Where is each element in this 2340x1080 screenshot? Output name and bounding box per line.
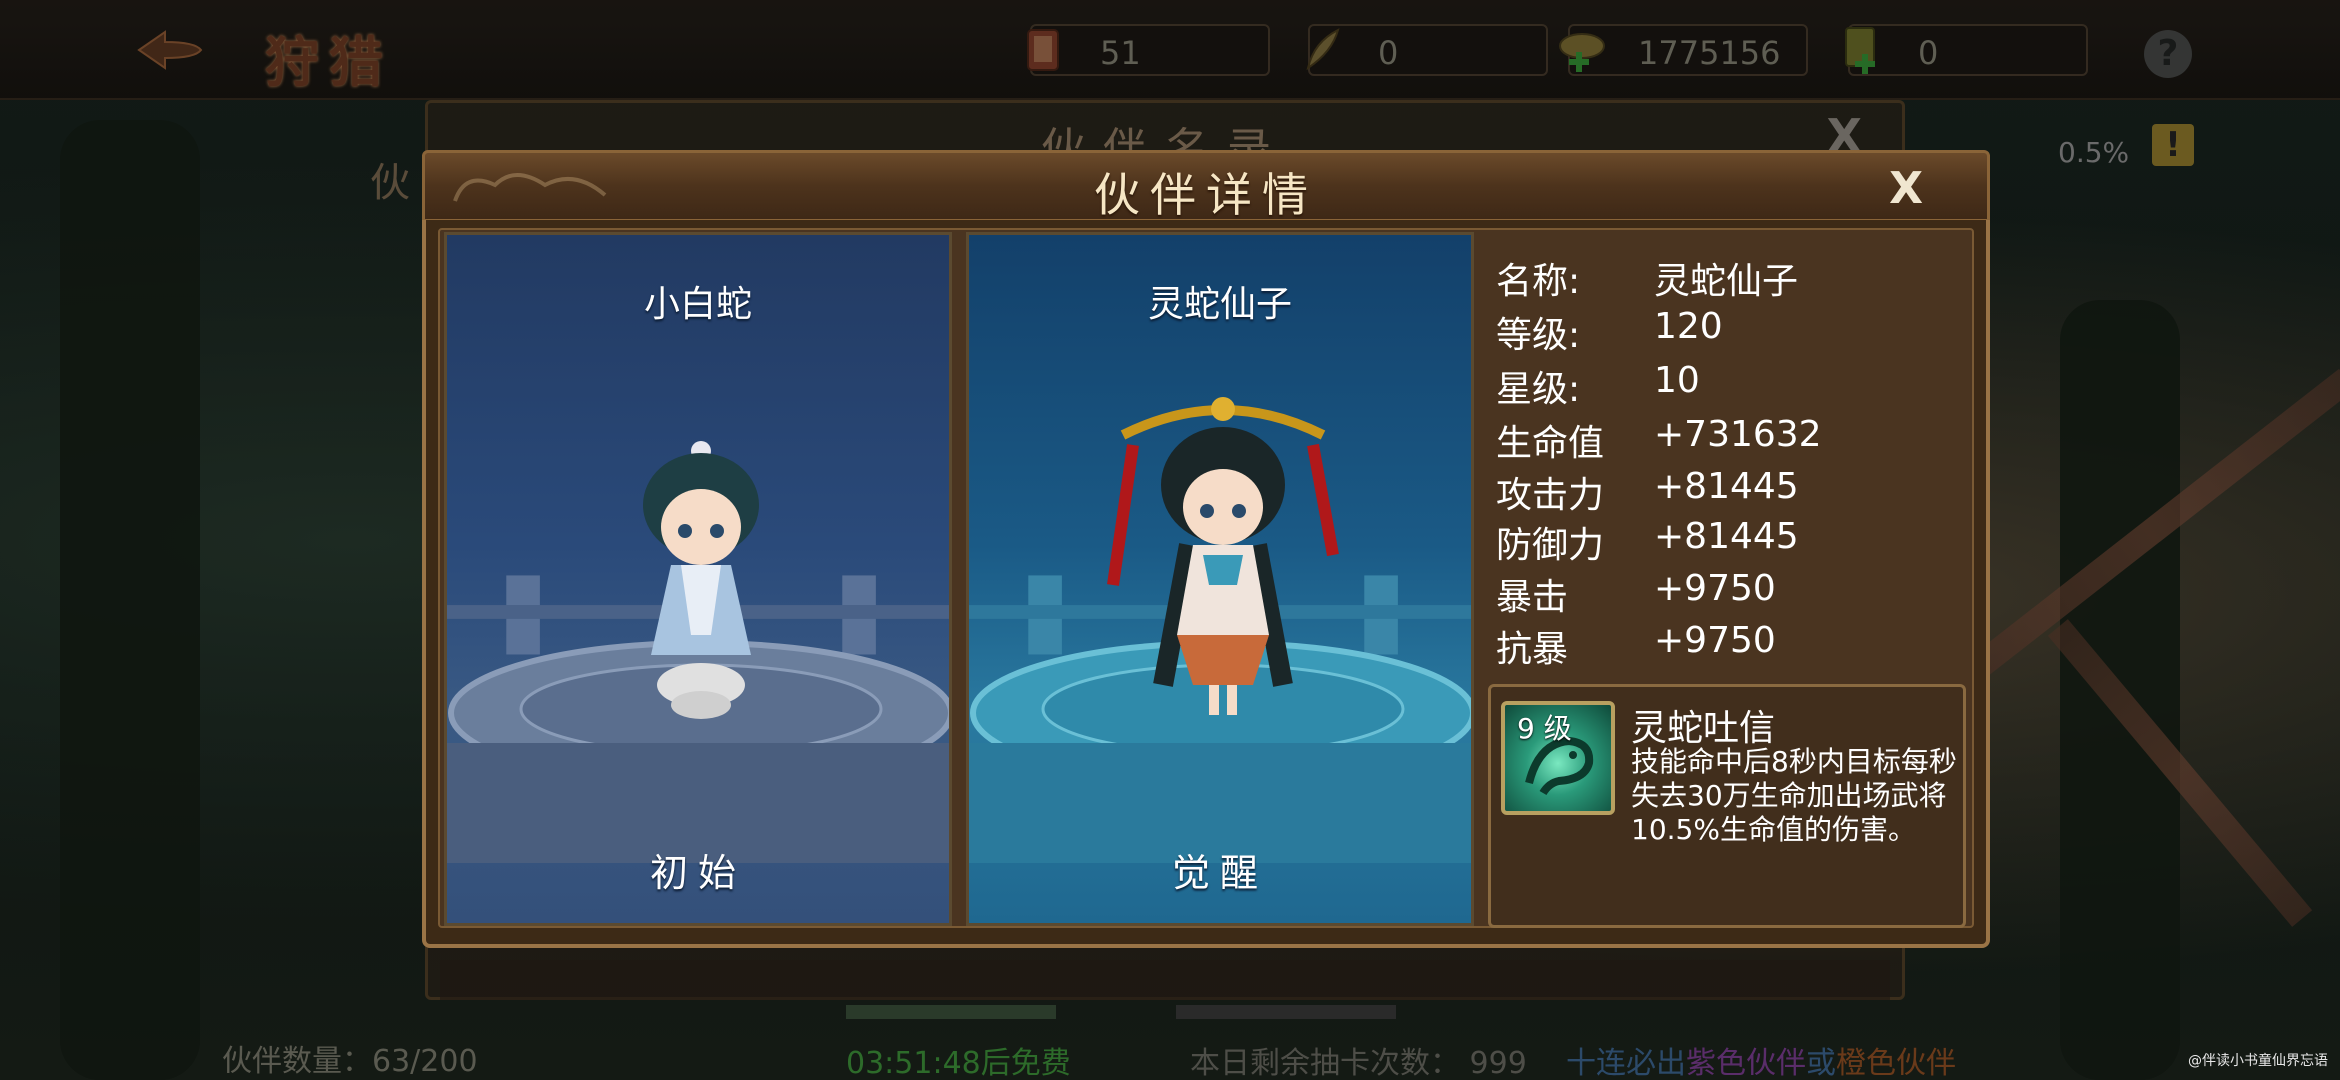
back-arrow-icon[interactable] (135, 28, 205, 72)
stat-value: +81445 (1654, 466, 1799, 507)
stat-label: 防御力 (1496, 525, 1605, 566)
dialog-header: 伙伴详情 X (422, 150, 1990, 222)
stat-value: +731632 (1654, 414, 1822, 455)
stat-row: 生命值 +731632 (1496, 414, 1976, 464)
card-name: 小白蛇 (643, 284, 752, 325)
bottom-strip (440, 960, 1890, 1000)
stat-label: 暴击 (1496, 577, 1569, 618)
promo-or: 或 (1806, 1046, 1836, 1080)
resource-value: 0 (1378, 34, 1399, 72)
resource-tickets[interactable]: 0 (1845, 24, 2088, 76)
partner-count: 伙伴数量：63/200 (222, 1044, 478, 1079)
dialog-close-button[interactable]: X (1889, 163, 1923, 214)
stat-value: 10 (1654, 360, 1700, 401)
promo-text: 十连必出紫色伙伴或橙色伙伴 (1566, 1038, 1956, 1080)
side-label: 伙 (370, 160, 410, 206)
tree-trunk-left (60, 120, 200, 1080)
stat-label: 抗暴 (1496, 629, 1569, 670)
stat-label: 星级: (1496, 369, 1581, 410)
partner-card-awakened[interactable]: 灵蛇仙子 觉醒 (966, 232, 1474, 926)
resource-value: 51 (1100, 34, 1141, 72)
resource-value: 0 (1918, 34, 1939, 72)
ticket-plus-icon (1845, 27, 1875, 74)
ten-draw-button[interactable] (1176, 1005, 1396, 1019)
promo-prefix: 十连必出 (1566, 1046, 1686, 1080)
stat-row: 抗暴 +9750 (1496, 620, 1976, 670)
stat-row: 攻击力 +81445 (1496, 466, 1976, 516)
percent-label: 0.5% (2058, 136, 2130, 169)
resource-value: 1775156 (1638, 34, 1781, 72)
skill-box: 9 级 灵蛇吐信 技能命中后8秒内目标每秒失去30万生命加出场武将10.5%生命… (1488, 684, 1966, 928)
draws-remaining: 本日剩余抽卡次数： 999 (1190, 1046, 1527, 1080)
stat-label: 等级: (1496, 315, 1581, 356)
page-title: 狩猎 (265, 30, 393, 94)
card-stage: 觉醒 (1171, 851, 1268, 895)
coins-plus-icon (1559, 33, 1605, 72)
dialog-title: 伙伴详情 (1094, 168, 1318, 222)
free-timer: 03:51:48后免费 (846, 1046, 1071, 1080)
stat-row: 暴击 +9750 (1496, 568, 1976, 618)
card-stage: 初始 (649, 851, 746, 895)
resource-quills: 0 (1306, 24, 1548, 76)
scroll-icon (1027, 29, 1059, 71)
snake-fairy-character-icon (1107, 397, 1339, 715)
stat-value: 灵蛇仙子 (1654, 261, 1799, 302)
top-bar: 狩猎 51 0 1775156 0 ? (0, 0, 2340, 100)
stat-value: +81445 (1654, 516, 1799, 557)
watermark: @伴读小书童仙界忘语 (2188, 1053, 2328, 1069)
promo-orange: 橙色伙伴 (1836, 1046, 1956, 1080)
stat-value: +9750 (1654, 568, 1776, 609)
stat-row: 等级: 120 (1496, 306, 1976, 356)
stat-label: 攻击力 (1496, 475, 1605, 516)
free-draw-button[interactable] (846, 1005, 1056, 1019)
help-button[interactable]: ? (2144, 30, 2192, 78)
skill-level: 9 级 (1517, 712, 1572, 745)
white-snake-character-icon (643, 441, 759, 719)
stat-value: 120 (1654, 306, 1723, 347)
stat-row: 星级: 10 (1496, 360, 1976, 410)
warning-icon[interactable]: ! (2152, 124, 2194, 166)
stat-label: 生命值 (1496, 423, 1605, 464)
promo-purple: 紫色伙伴 (1686, 1046, 1806, 1080)
stat-value: +9750 (1654, 620, 1776, 661)
skill-icon[interactable]: 9 级 (1501, 701, 1615, 815)
resource-scrolls: 51 (1027, 24, 1270, 76)
partner-card-initial[interactable]: 小白蛇 初始 (444, 232, 952, 926)
stat-row: 防御力 +81445 (1496, 516, 1976, 566)
skill-description: 技能命中后8秒内目标每秒失去30万生命加出场武将10.5%生命值的伤害。 (1631, 745, 1957, 846)
stat-label: 名称: (1496, 261, 1581, 302)
card-name: 灵蛇仙子 (1147, 284, 1292, 325)
skill-name: 灵蛇吐信 (1631, 708, 1776, 749)
stat-row: 名称: 灵蛇仙子 (1496, 252, 1976, 302)
quill-icon (1306, 28, 1340, 71)
resource-coins[interactable]: 1775156 (1559, 24, 1808, 76)
